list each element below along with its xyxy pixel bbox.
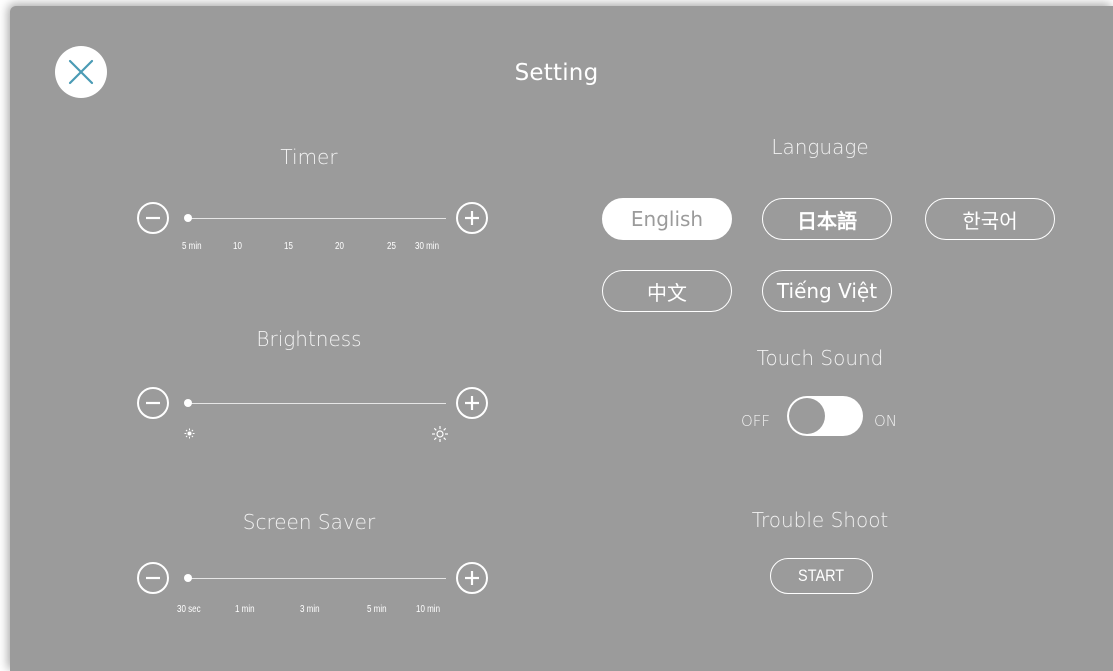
screen-saver-tick: 10 min [416, 604, 441, 615]
screen-saver-label: Screen Saver [242, 510, 376, 534]
page-title: Setting [514, 60, 599, 86]
screen-saver-tick: 30 sec [177, 604, 201, 615]
plus-icon [465, 396, 479, 410]
plus-icon [465, 211, 479, 225]
plus-icon [465, 571, 479, 585]
brightness-slider-track[interactable] [188, 403, 446, 404]
touch-sound-on-label: ON [874, 412, 898, 430]
brightness-label: Brightness [256, 327, 362, 351]
dim-sun-icon [184, 428, 195, 439]
timer-tick: 15 [284, 241, 293, 252]
screen-saver-tick: 3 min [300, 604, 320, 615]
screen-saver-slider-knob[interactable] [184, 574, 192, 582]
touch-sound-toggle[interactable] [787, 396, 863, 436]
language-label: Language [771, 135, 869, 159]
toggle-thumb [789, 398, 825, 434]
timer-increase-button[interactable] [456, 202, 488, 234]
timer-tick: 20 [335, 241, 344, 252]
brightness-increase-button[interactable] [456, 387, 488, 419]
timer-tick: 5 min [182, 241, 202, 252]
minus-icon [146, 216, 160, 220]
timer-tick: 25 [387, 241, 396, 252]
screen-saver-increase-button[interactable] [456, 562, 488, 594]
timer-slider-track[interactable] [188, 218, 446, 219]
touch-sound-label: Touch Sound [756, 346, 884, 370]
language-vietnamese-button[interactable]: Tiếng Việt [762, 270, 892, 312]
screen-saver-decrease-button[interactable] [137, 562, 169, 594]
touch-sound-off-label: OFF [741, 412, 771, 430]
language-korean-button[interactable]: 한국어 [925, 198, 1055, 240]
trouble-shoot-label: Trouble Shoot [751, 508, 889, 532]
timer-tick: 30 min [415, 241, 440, 252]
timer-label: Timer [280, 145, 338, 169]
trouble-shoot-start-button[interactable]: START [770, 558, 873, 594]
start-button-label: START [798, 566, 845, 585]
timer-decrease-button[interactable] [137, 202, 169, 234]
screen-saver-tick: 1 min [235, 604, 255, 615]
timer-tick: 10 [233, 241, 242, 252]
screen-saver-slider-track[interactable] [188, 578, 446, 579]
screen-saver-tick: 5 min [367, 604, 387, 615]
language-chinese-button[interactable]: 中文 [602, 270, 732, 312]
brightness-slider-knob[interactable] [184, 399, 192, 407]
minus-icon [146, 576, 160, 580]
bright-sun-icon [432, 426, 448, 442]
language-japanese-button[interactable]: 日本語 [762, 198, 892, 240]
timer-slider-knob[interactable] [184, 214, 192, 222]
language-english-button[interactable]: English [602, 198, 732, 240]
minus-icon [146, 401, 160, 405]
brightness-decrease-button[interactable] [137, 387, 169, 419]
